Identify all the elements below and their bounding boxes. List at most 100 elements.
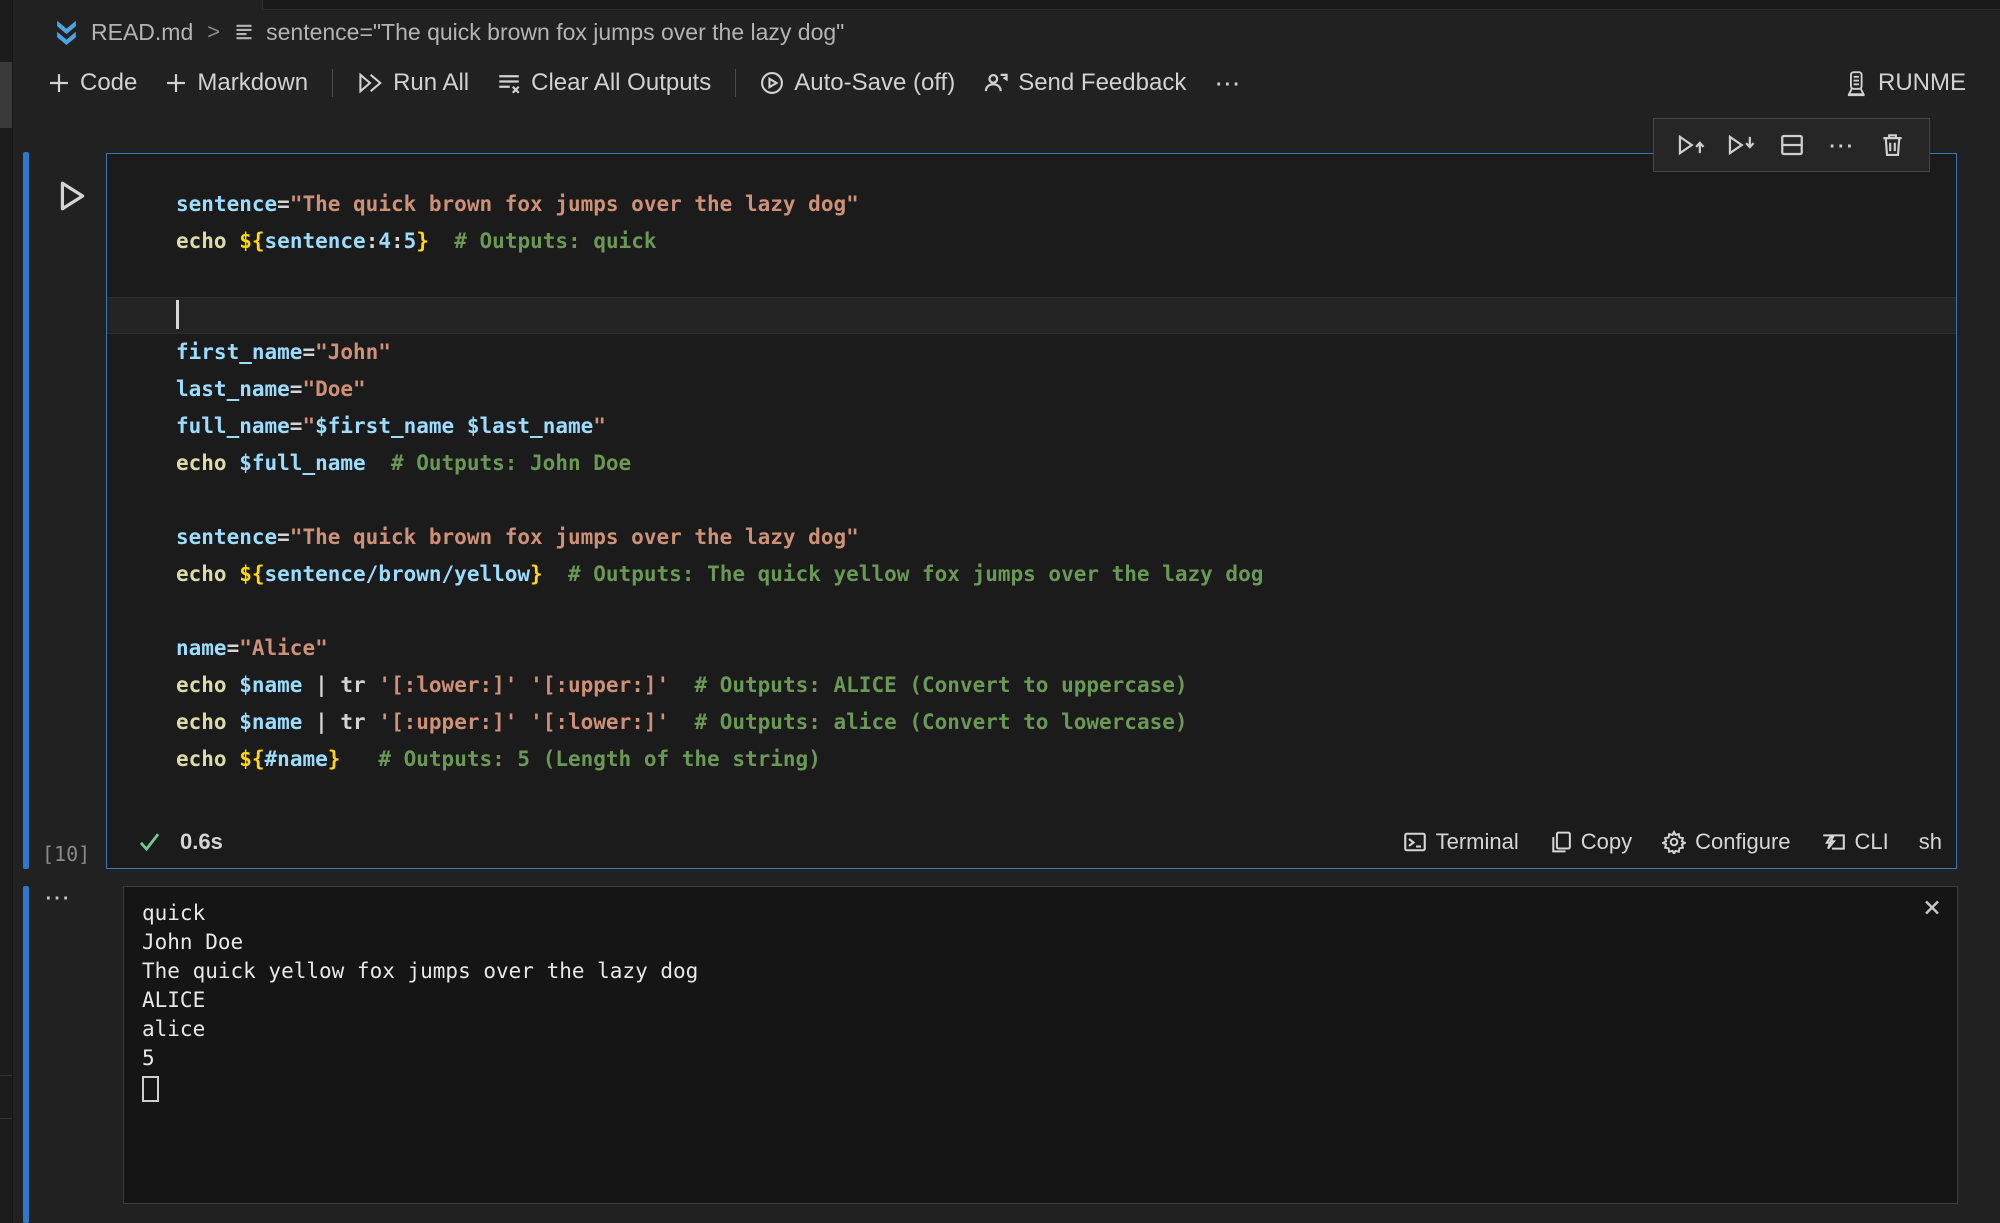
code-token: = (277, 192, 290, 216)
clear-all-outputs-button[interactable]: Clear All Outputs (483, 63, 725, 103)
code-token: } (328, 747, 341, 771)
execute-below-button[interactable] (1724, 128, 1758, 162)
success-check-icon (137, 831, 162, 853)
language-label[interactable]: sh (1919, 829, 1942, 855)
copy-icon (1549, 830, 1572, 854)
code-token: "The quick brown fox jumps over the lazy… (290, 192, 859, 216)
ellipsis-icon: ⋯ (1828, 130, 1856, 161)
cell-more-button[interactable]: ⋯ (1825, 128, 1859, 162)
cli-lightning-icon (1821, 830, 1846, 854)
breadcrumb: READ.md > sentence="The quick brown fox … (54, 14, 844, 50)
code-token: sentence/brown/yellow (265, 562, 531, 586)
code-token: ${ (239, 229, 264, 253)
auto-save-toggle[interactable]: Auto-Save (off) (746, 63, 969, 103)
code-token: = (227, 636, 240, 660)
symbol-list-icon (234, 22, 254, 42)
cell-status-left: 0.6s (137, 829, 223, 855)
gear-icon (1662, 830, 1686, 854)
code-token (227, 710, 240, 734)
auto-save-icon (760, 71, 784, 95)
code-token: = (302, 340, 315, 364)
code-line: full_name="$first_name $last_name" (107, 408, 1956, 445)
code-token: sentence (176, 525, 277, 549)
text-cursor (176, 300, 179, 329)
breadcrumb-file[interactable]: READ.md (91, 19, 193, 46)
split-cell-button[interactable] (1775, 128, 1809, 162)
send-feedback-button[interactable]: Send Feedback (969, 63, 1200, 103)
code-token: tr (340, 673, 365, 697)
close-output-icon[interactable]: × (1923, 893, 1941, 923)
code-token: $name (239, 673, 302, 697)
cell-output: quickJohn DoeThe quick yellow fox jumps … (123, 886, 1958, 1204)
code-token: = (290, 377, 303, 401)
code-token: ${ (239, 747, 264, 771)
clear-all-icon (497, 71, 521, 95)
output-more-button[interactable]: ⋯ (44, 882, 72, 913)
code-token: '[:upper:]' (530, 673, 669, 697)
breadcrumb-cell[interactable]: sentence="The quick brown fox jumps over… (266, 19, 844, 46)
configure-button[interactable]: Configure (1662, 829, 1790, 855)
code-editor[interactable]: sentence="The quick brown fox jumps over… (107, 154, 1956, 816)
code-token: "John" (315, 340, 391, 364)
notebook-toolbar: Code Markdown Run All Clear All Outputs (34, 58, 1980, 108)
execute-above-button[interactable] (1674, 128, 1708, 162)
toolbar-divider (332, 69, 333, 97)
code-line (107, 593, 1956, 630)
execution-duration: 0.6s (180, 829, 223, 855)
code-line (107, 260, 1956, 297)
cli-button[interactable]: CLI (1821, 829, 1889, 855)
code-line (107, 297, 1956, 334)
code-token: : (391, 229, 404, 253)
code-line: echo ${#name} # Outputs: 5 (Length of th… (107, 741, 1956, 778)
cell-status-bar: 0.6s Terminal Copy (107, 816, 1956, 868)
code-token: echo (176, 747, 227, 771)
code-token: # Outputs: 5 (Length of the string) (340, 747, 820, 771)
plus-icon (165, 72, 187, 94)
code-token: '[:upper:]' (378, 710, 517, 734)
code-line: echo ${sentence/brown/yellow} # Outputs:… (107, 556, 1956, 593)
run-all-icon (357, 71, 383, 95)
copy-button[interactable]: Copy (1549, 829, 1632, 855)
runme-brand[interactable]: RUNME (1830, 63, 1980, 103)
terminal-cursor (142, 1076, 159, 1102)
code-token (517, 673, 530, 697)
code-line: echo $name | tr '[:lower:]' '[:upper:]' … (107, 667, 1956, 704)
code-token: # Outputs: quick (429, 229, 657, 253)
code-line: sentence="The quick brown fox jumps over… (107, 519, 1956, 556)
code-line: echo $full_name # Outputs: John Doe (107, 445, 1956, 482)
terminal-button[interactable]: Terminal (1403, 829, 1519, 855)
code-token: echo (176, 562, 227, 586)
runme-logo-icon (54, 19, 79, 46)
cell-focus-bar (23, 152, 29, 869)
terminal-icon (1403, 830, 1427, 854)
code-line: echo $name | tr '[:upper:]' '[:lower:]' … (107, 704, 1956, 741)
code-token: sentence (176, 192, 277, 216)
code-line: sentence="The quick brown fox jumps over… (107, 186, 1956, 223)
scrollbar-thumb[interactable] (0, 62, 12, 128)
code-line: echo ${sentence:4:5} # Outputs: quick (107, 223, 1956, 260)
toolbar-more-button[interactable]: ⋯ (1200, 62, 1256, 105)
output-line: alice (142, 1015, 1917, 1044)
breadcrumb-separator: > (205, 19, 222, 45)
code-token (366, 673, 379, 697)
code-token: echo (176, 673, 227, 697)
plus-icon (48, 72, 70, 94)
delete-cell-button[interactable] (1875, 128, 1909, 162)
add-code-button[interactable]: Code (34, 63, 151, 103)
code-token (227, 747, 240, 771)
code-token (227, 451, 240, 475)
execution-count: [10] (42, 842, 90, 866)
output-lines: quickJohn DoeThe quick yellow fox jumps … (142, 899, 1917, 1073)
code-token: " (593, 414, 606, 438)
code-token (366, 710, 379, 734)
output-line: John Doe (142, 928, 1917, 957)
run-cell-button[interactable] (52, 176, 92, 216)
code-token: full_name (176, 414, 290, 438)
divider (0, 1075, 12, 1076)
code-token: $name (239, 710, 302, 734)
code-line: last_name="Doe" (107, 371, 1956, 408)
run-all-button[interactable]: Run All (343, 63, 483, 103)
cell-status-right: Terminal Copy Configure (1403, 829, 1942, 855)
add-markdown-button[interactable]: Markdown (151, 63, 322, 103)
code-token: "The quick brown fox jumps over the lazy… (290, 525, 859, 549)
